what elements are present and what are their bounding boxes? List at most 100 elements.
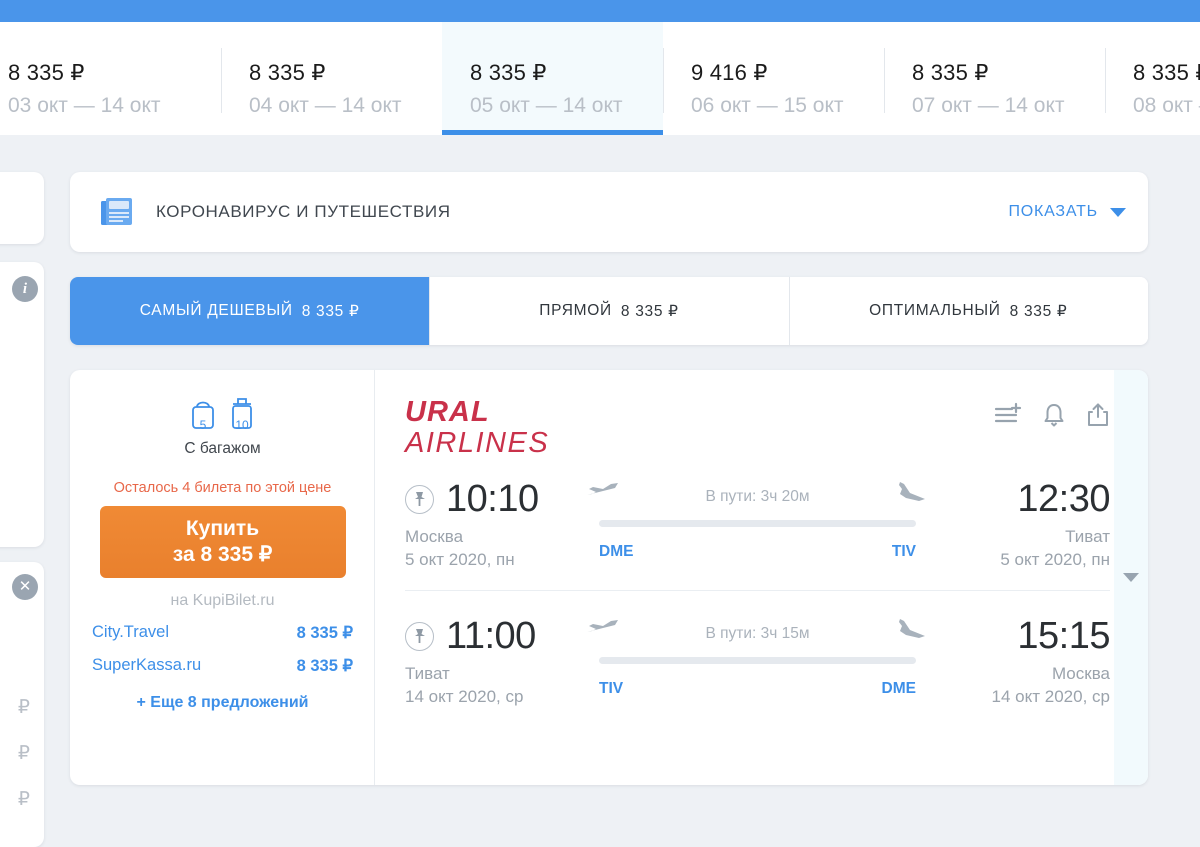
date-option-range: 08 окт — bbox=[1133, 94, 1200, 117]
airline-logo: URAL AIRLINES bbox=[405, 390, 549, 458]
coronavirus-banner[interactable]: КОРОНАВИРУС И ПУТЕШЕСТВИЯ ПОКАЗАТЬ bbox=[70, 172, 1148, 252]
airline-logo-line1: URAL bbox=[405, 396, 490, 428]
leg-duration-block: В пути: 3ч 20м DME TIV bbox=[585, 480, 930, 561]
date-option-price: 8 335 ₽ bbox=[1133, 60, 1200, 85]
leg-departure: 10:10 Москва 5 окт 2020, пн bbox=[405, 480, 585, 570]
tab-optimal[interactable]: ОПТИМАЛЬНЫЙ 8 335 ₽ bbox=[788, 277, 1148, 345]
departure-time: 10:10 bbox=[446, 478, 539, 520]
date-option-3[interactable]: 9 416 ₽ 06 окт — 15 окт bbox=[663, 22, 884, 135]
departure-city: Тиват bbox=[405, 664, 450, 683]
leg-duration-block: В пути: 3ч 15м TIV DME bbox=[585, 617, 930, 698]
newspaper-icon bbox=[100, 196, 134, 228]
buy-button-line2: за 8 335 ₽ bbox=[172, 543, 273, 566]
date-option-0[interactable]: 8 335 ₽ 03 окт — 14 окт bbox=[0, 22, 221, 135]
departure-date: 5 окт 2020, пн bbox=[405, 550, 515, 569]
date-option-4[interactable]: 8 335 ₽ 07 окт — 14 окт bbox=[884, 22, 1105, 135]
bell-icon[interactable] bbox=[1042, 402, 1066, 433]
top-app-bar bbox=[0, 0, 1200, 22]
tab-cheapest-label: САМЫЙ ДЕШЕВЫЙ bbox=[139, 302, 293, 319]
departure-city: Москва bbox=[405, 527, 464, 546]
sidebar-card-top[interactable] bbox=[0, 172, 44, 244]
plane-landing-icon bbox=[896, 617, 930, 644]
date-option-range: 05 окт — 14 окт bbox=[470, 94, 623, 117]
arrival-date: 5 окт 2020, пн bbox=[1000, 550, 1110, 569]
handbag-icon: 5 bbox=[187, 395, 219, 433]
arrival-airport-code[interactable]: DME bbox=[882, 680, 916, 698]
flight-duration: В пути: 3ч 20м bbox=[705, 488, 810, 505]
agent-row[interactable]: City.Travel 8 335 ₽ bbox=[90, 623, 355, 643]
airline-logo-line2: AIRLINES bbox=[405, 427, 550, 459]
airline-header: URAL AIRLINES bbox=[405, 390, 1110, 462]
itinerary-panel: URAL AIRLINES 10:10 Москва 5 окт 2020, п… bbox=[375, 370, 1148, 785]
agent-name[interactable]: SuperKassa.ru bbox=[92, 656, 201, 676]
agent-name[interactable]: City.Travel bbox=[92, 623, 169, 643]
leg-arrival: 12:30 Тиват 5 окт 2020, пн bbox=[930, 480, 1110, 570]
sidebar-card-price-filter[interactable]: ✕ ₽ ₽ ₽ bbox=[0, 562, 44, 847]
airport-codes: TIV DME bbox=[599, 680, 916, 698]
date-option-range: 03 окт — 14 окт bbox=[8, 94, 161, 117]
tab-cheapest-price: 8 335 ₽ bbox=[301, 302, 360, 320]
add-to-list-icon[interactable] bbox=[994, 402, 1022, 433]
flight-duration: В пути: 3ч 15м bbox=[705, 625, 810, 642]
date-option-price: 8 335 ₽ bbox=[249, 60, 326, 85]
buy-button[interactable]: Купить за 8 335 ₽ bbox=[99, 506, 346, 578]
sidebar-card-filters[interactable]: i bbox=[0, 262, 44, 547]
banner-title: КОРОНАВИРУС И ПУТЕШЕСТВИЯ bbox=[156, 202, 451, 221]
date-option-5[interactable]: 8 335 ₽ 08 окт — bbox=[1105, 22, 1200, 135]
banner-show-button[interactable]: ПОКАЗАТЬ bbox=[1008, 203, 1126, 221]
currency-symbol: ₽ bbox=[17, 789, 30, 810]
arrival-date: 14 окт 2020, ср bbox=[991, 687, 1110, 706]
share-icon[interactable] bbox=[1086, 402, 1110, 433]
arrival-time: 12:30 bbox=[1017, 478, 1110, 520]
tab-optimal-price: 8 335 ₽ bbox=[1009, 302, 1068, 320]
sort-tabs[interactable]: САМЫЙ ДЕШЕВЫЙ 8 335 ₽ ПРЯМОЙ 8 335 ₽ ОПТ… bbox=[70, 277, 1148, 345]
departure-time: 11:00 bbox=[446, 615, 536, 657]
expand-details-button[interactable] bbox=[1114, 370, 1148, 785]
flight-leg: 11:00 Тиват 14 окт 2020, ср В пути: 3ч 1… bbox=[405, 590, 1111, 707]
suitcase-weight: 10 bbox=[235, 418, 249, 432]
pin-icon[interactable] bbox=[405, 621, 434, 651]
date-option-range: 04 окт — 14 окт bbox=[249, 94, 402, 117]
plane-takeoff-icon bbox=[585, 617, 619, 642]
more-offers-link[interactable]: + Еще 8 предложений bbox=[90, 694, 355, 712]
plane-takeoff-icon bbox=[585, 480, 619, 505]
tab-optimal-label: ОПТИМАЛЬНЫЙ bbox=[869, 302, 1001, 319]
close-icon[interactable]: ✕ bbox=[12, 574, 38, 600]
arrival-time: 15:15 bbox=[1017, 615, 1110, 657]
seats-left-warning: Осталось 4 билета по этой цене bbox=[113, 480, 332, 496]
arrival-city: Москва bbox=[1051, 664, 1110, 683]
departure-time-row: 10:10 bbox=[405, 480, 585, 518]
departure-date: 14 окт 2020, ср bbox=[405, 687, 524, 706]
plane-landing-icon bbox=[896, 480, 930, 507]
arrival-airport-code[interactable]: TIV bbox=[892, 543, 916, 561]
handbag-weight: 5 bbox=[199, 418, 207, 432]
currency-symbol: ₽ bbox=[17, 697, 30, 718]
leg-departure: 11:00 Тиват 14 окт 2020, ср bbox=[405, 617, 585, 707]
agent-price: 8 335 ₽ bbox=[296, 657, 353, 675]
arrival-city: Тиват bbox=[1065, 527, 1110, 546]
main-content: КОРОНАВИРУС И ПУТЕШЕСТВИЯ ПОКАЗАТЬ САМЫЙ… bbox=[70, 172, 1148, 785]
agent-row[interactable]: SuperKassa.ru 8 335 ₽ bbox=[90, 656, 355, 676]
currency-symbol: ₽ bbox=[17, 743, 30, 764]
pin-icon[interactable] bbox=[405, 484, 434, 514]
date-option-price: 8 335 ₽ bbox=[470, 60, 547, 85]
flight-leg: 10:10 Москва 5 окт 2020, пн В пути: 3ч 2… bbox=[405, 462, 1111, 570]
tab-cheapest[interactable]: САМЫЙ ДЕШЕВЫЙ 8 335 ₽ bbox=[70, 277, 430, 345]
date-option-1[interactable]: 8 335 ₽ 04 окт — 14 окт bbox=[221, 22, 442, 135]
departure-airport-code[interactable]: DME bbox=[599, 543, 633, 561]
info-icon[interactable]: i bbox=[12, 276, 38, 302]
primary-agent-note: на KupiBilet.ru bbox=[170, 592, 275, 609]
tab-direct-price: 8 335 ₽ bbox=[620, 302, 679, 320]
baggage-info: 5 10 bbox=[90, 395, 355, 433]
date-option-2-selected[interactable]: 8 335 ₽ 05 окт — 14 окт bbox=[442, 22, 663, 135]
date-price-strip[interactable]: 8 335 ₽ 03 окт — 14 окт 8 335 ₽ 04 окт —… bbox=[0, 22, 1200, 135]
route-track bbox=[599, 520, 916, 527]
departure-time-row: 11:00 bbox=[405, 617, 585, 655]
flight-result-card: 5 10 С багажом Осталось 4 билета по этой… bbox=[70, 370, 1148, 785]
route-track bbox=[599, 657, 916, 664]
date-option-range: 06 окт — 15 окт bbox=[691, 94, 844, 117]
tab-direct[interactable]: ПРЯМОЙ 8 335 ₽ bbox=[429, 277, 789, 345]
departure-airport-code[interactable]: TIV bbox=[599, 680, 623, 698]
chevron-down-icon bbox=[1110, 207, 1126, 217]
date-option-range: 07 окт — 14 окт bbox=[912, 94, 1065, 117]
